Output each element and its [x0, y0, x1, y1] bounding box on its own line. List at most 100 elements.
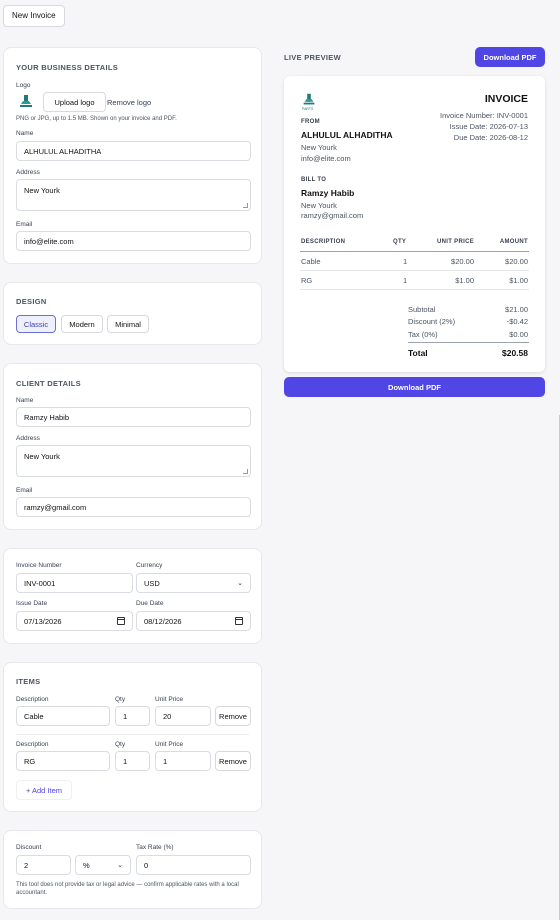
client-email-input[interactable]: ramzy@gmail.com [16, 497, 251, 517]
bill-name: Ramzy Habib [301, 188, 355, 198]
client-name-input[interactable]: Ramzy Habib [16, 407, 251, 427]
subtotal-value: $21.00 [505, 305, 528, 314]
item-qty-input[interactable]: 1 [115, 706, 150, 726]
discount-label: Discount [16, 844, 42, 851]
name-label: Name [16, 130, 34, 137]
item-description-value: RG [24, 756, 36, 766]
chevron-down-icon: ⌄ [237, 580, 243, 587]
item-unit-price-label: Unit Price [155, 741, 184, 748]
remove-item-button[interactable]: Remove [215, 751, 251, 771]
item-unit-price-label: Unit Price [155, 696, 184, 703]
client-address-value: New Yourk [24, 452, 60, 461]
issue-date-input[interactable]: 07/13/2026 [16, 611, 133, 631]
download-pdf-button-top[interactable]: Download PDF [475, 47, 545, 67]
add-item-button[interactable]: + Add Item [16, 780, 72, 800]
due-date-line: Due Date: 2026-08-12 [453, 133, 528, 142]
discount-type-value: % [83, 860, 90, 870]
item-divider [16, 734, 249, 735]
currency-value: USD [144, 578, 160, 588]
resize-handle-icon[interactable] [243, 469, 248, 474]
logo-hint: PNG or JPG, up to 1.5 MB. Shown on your … [16, 116, 177, 122]
col-qty: QTY [393, 239, 407, 245]
section-title: ITEMS [16, 677, 41, 686]
upload-logo-button[interactable]: Upload logo [43, 92, 106, 112]
bill-address: New Yourk [301, 201, 337, 210]
design-minimal-button[interactable]: Minimal [107, 315, 149, 333]
row-unit-price: $1.00 [455, 276, 474, 285]
item-qty-label: Qty [115, 696, 126, 703]
calendar-icon[interactable] [235, 617, 243, 625]
discount-type-select[interactable]: % ⌄ [75, 855, 131, 875]
live-preview-label: LIVE PREVIEW [284, 53, 341, 62]
remove-item-button[interactable]: Remove [215, 706, 251, 726]
adjustments-card: Discount 2 % ⌄ Tax Rate (%) 0 This tool d… [3, 830, 262, 909]
client-email-value: ramzy@gmail.com [24, 502, 87, 512]
design-card: DESIGN Classic Modern Minimal [3, 282, 262, 345]
item-description-value: Cable [24, 711, 44, 721]
client-email-label: Email [16, 487, 33, 494]
business-email-value: info@elite.com [24, 236, 74, 246]
tax-summary-value: $0.00 [509, 330, 528, 339]
row-description: Cable [301, 257, 321, 266]
currency-label: Currency [136, 562, 163, 569]
total-divider [408, 342, 529, 343]
calendar-icon[interactable] [117, 617, 125, 625]
from-name: ALHULUL ALHADITHA [301, 130, 393, 140]
row-amount: $1.00 [509, 276, 528, 285]
business-name-input[interactable]: ALHULUL ALHADITHA [16, 141, 251, 161]
invoice-number-label: Invoice Number [16, 562, 62, 569]
table-row-divider [300, 289, 529, 290]
item-qty-value: 1 [123, 711, 128, 721]
issue-date-line: Issue Date: 2026-07-13 [449, 122, 528, 131]
new-invoice-button[interactable]: New Invoice [3, 5, 65, 27]
section-title: YOUR BUSINESS DETAILS [16, 63, 119, 72]
bill-email: ramzy@gmail.com [301, 211, 364, 220]
client-address-textarea[interactable]: New Yourk [16, 445, 251, 477]
discount-value: 2 [24, 860, 29, 870]
discount-summary-value: -$0.42 [506, 317, 528, 326]
table-header-divider [300, 251, 529, 252]
invoice-title: INVOICE [484, 93, 528, 105]
currency-select[interactable]: USD ⌄ [136, 573, 251, 593]
design-classic-button[interactable]: Classic [16, 315, 56, 333]
business-name-value: ALHULUL ALHADITHA [24, 146, 102, 156]
item-qty-input[interactable]: 1 [115, 751, 150, 771]
due-date-label: Due Date [136, 600, 164, 607]
download-pdf-button-bottom[interactable]: Download PDF [284, 377, 545, 397]
from-email: info@elite.com [301, 154, 351, 163]
discount-input[interactable]: 2 [16, 855, 71, 875]
business-address-textarea[interactable]: New Yourk [16, 179, 251, 211]
business-details-card: YOUR BUSINESS DETAILS Logo Upload logo R… [3, 47, 262, 264]
client-details-card: CLIENT DETAILS Name Ramzy Habib Address … [3, 363, 262, 530]
invoice-number-line: Invoice Number: INV-0001 [440, 111, 528, 120]
design-modern-button[interactable]: Modern [61, 315, 103, 333]
tax-rate-value: 0 [144, 860, 149, 870]
item-description-input[interactable]: RG [16, 751, 110, 771]
row-amount: $20.00 [505, 257, 528, 266]
tax-rate-input[interactable]: 0 [136, 855, 251, 875]
item-unit-price-input[interactable]: 20 [155, 706, 211, 726]
address-label: Address [16, 169, 40, 176]
item-unit-price-value: 1 [163, 756, 168, 766]
invoice-number-input[interactable]: INV-0001 [16, 573, 133, 593]
email-label: Email [16, 221, 33, 228]
remove-logo-button[interactable]: Remove logo [107, 98, 151, 107]
client-address-label: Address [16, 435, 40, 442]
item-description-input[interactable]: Cable [16, 706, 110, 726]
client-name-label: Name [16, 397, 34, 404]
item-qty-label: Qty [115, 741, 126, 748]
logo-label: Logo [16, 82, 31, 89]
resize-handle-icon[interactable] [243, 203, 248, 208]
col-description: DESCRIPTION [301, 239, 346, 245]
row-unit-price: $20.00 [451, 257, 474, 266]
business-email-input[interactable]: info@elite.com [16, 231, 251, 251]
row-qty: 1 [403, 276, 408, 285]
items-card: ITEMS Description Qty Unit Price Cable 1… [3, 662, 262, 812]
tax-summary-label: Tax (0%) [408, 330, 438, 339]
total-label: Total [408, 348, 428, 358]
issue-date-value: 07/13/2026 [24, 616, 62, 626]
section-title: DESIGN [16, 297, 47, 306]
due-date-input[interactable]: 08/12/2026 [136, 611, 251, 631]
item-unit-price-input[interactable]: 1 [155, 751, 211, 771]
tax-rate-label: Tax Rate (%) [136, 844, 174, 851]
